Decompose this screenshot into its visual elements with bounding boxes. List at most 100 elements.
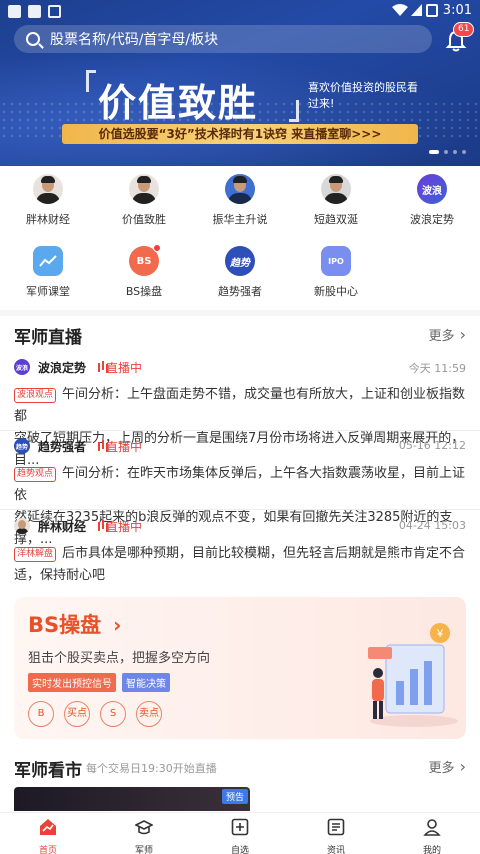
grid-item-duanqu[interactable]: 短趋双涎 <box>288 174 384 227</box>
grid-item-label: 趋势强者 <box>218 285 262 298</box>
sell-circle: S <box>100 701 126 727</box>
signal-icon <box>411 4 422 16</box>
section-divider <box>0 310 480 316</box>
analyst-illustration-icon: ¥ <box>368 623 458 727</box>
live-item-name: 胖林财经 <box>38 520 87 534</box>
grid-item-ketang[interactable]: 军师课堂 <box>0 246 96 299</box>
buy-point-circle: 买点 <box>64 701 90 727</box>
avatar <box>14 518 30 534</box>
app-screen: { "status": {"time": "3:01"}, "search": … <box>0 0 480 854</box>
avatar <box>129 174 159 204</box>
video-thumbnail[interactable]: 预告 <box>14 787 250 811</box>
live-text: 午间分析：上午盘面走势不错，成交量也有所放大，上证和创业板指数都 <box>14 387 466 424</box>
avatar: 趋势 <box>14 438 30 454</box>
search-icon <box>26 32 40 46</box>
banner-subtitle: 喜欢价值投资的股民看过来! <box>308 81 418 110</box>
tab-watchlist[interactable]: 自选 <box>192 813 288 854</box>
banner-cta[interactable]: 价值选股要“3好”技术择时有1诀窍 来直播室聊>>> <box>62 124 418 144</box>
row-divider <box>0 509 480 510</box>
bottom-tab-bar: 首页 军师 自选 资讯 我的 <box>0 812 480 854</box>
live-time: 05-16 12:12 <box>398 439 466 452</box>
live-item-name: 趋势强者 <box>38 440 87 454</box>
live-tag: 洋林解盘 <box>14 547 57 562</box>
live-status: 直播中 <box>98 438 142 455</box>
view-more-link[interactable]: 更多 <box>429 757 467 776</box>
live-tag: 趋势观点 <box>14 467 57 482</box>
top-banner[interactable]: 3:01 股票名称/代码/首字母/板块 61 价值致胜 喜欢价值投资的股民看过来… <box>0 0 480 166</box>
add-square-icon <box>231 818 249 836</box>
tab-home[interactable]: 首页 <box>0 813 96 854</box>
banner-pager <box>429 150 466 154</box>
live-text: 后市具体是哪种预期，目前比较模糊，但先轻言后期就是熊市肯定不合 <box>62 546 466 561</box>
buy-circle: B <box>28 701 54 727</box>
grid-item-label: 振华主升说 <box>212 213 268 226</box>
tab-mine[interactable]: 我的 <box>384 813 480 854</box>
live-tag: 波浪观点 <box>14 388 57 403</box>
grid-item-bs[interactable]: BS BS操盘 <box>96 244 192 299</box>
view-section-subtitle: 每个交易日19:30开始直播 <box>86 762 217 775</box>
grid-item-label: 新股中心 <box>314 285 358 298</box>
tab-label: 自选 <box>230 846 249 854</box>
grid-item-label: 价值致胜 <box>122 213 166 226</box>
feature-chip: 实时发出预控信号 <box>28 673 116 692</box>
wifi-icon <box>392 4 408 16</box>
search-bar[interactable]: 股票名称/代码/首字母/板块 <box>14 25 432 53</box>
search-placeholder: 股票名称/代码/首字母/板块 <box>50 32 219 48</box>
notification-icon <box>8 5 21 18</box>
banner-title: 价值致胜 <box>98 81 259 125</box>
status-bar: 3:01 <box>0 0 480 22</box>
news-icon <box>327 818 345 836</box>
grid-item-label: 波浪定势 <box>410 213 454 226</box>
grid-item-jiazhi[interactable]: 价值致胜 <box>96 174 192 227</box>
tab-label: 资讯 <box>326 846 345 854</box>
sell-point-circle: 卖点 <box>136 701 162 727</box>
wave-logo-icon: 波浪 <box>417 174 447 204</box>
chart-icon <box>33 246 63 276</box>
user-icon <box>423 819 441 836</box>
home-icon <box>40 819 56 835</box>
avatar <box>321 174 351 204</box>
preview-badge: 预告 <box>221 789 248 804</box>
live-more-link[interactable]: 更多 <box>429 325 467 344</box>
grid-item-label: 军师课堂 <box>26 285 70 298</box>
tab-label: 军师 <box>134 846 153 854</box>
live-item[interactable]: 胖林财经 直播中 04-24 15:03 洋林解盘 后市具体是哪种预期，目前比较模… <box>14 517 466 587</box>
live-text: 午间分析：在昨天市场集体反弹后，上午各大指数震荡收星，目前上证依 <box>14 466 466 503</box>
bs-trading-card[interactable]: BS操盘 狙击个股买卖点，把握多空方向 实时发出预控信号 智能决策 B 买点 S… <box>14 597 466 739</box>
grid-item-label: 胖林财经 <box>26 213 70 226</box>
battery-icon <box>426 4 438 17</box>
live-text: 适，保持耐心吧 <box>14 568 106 583</box>
notifications-button[interactable]: 61 <box>445 22 475 52</box>
view-section-title: 军师看市 <box>14 761 82 781</box>
graduation-cap-icon <box>134 820 154 835</box>
live-item-name: 波浪定势 <box>38 361 87 375</box>
tab-advisor[interactable]: 军师 <box>96 813 192 854</box>
grid-item-panglin[interactable]: 胖林财经 <box>0 174 96 227</box>
grid-item-ipo[interactable]: IPO 新股中心 <box>288 246 384 299</box>
feature-chip: 智能决策 <box>122 673 170 692</box>
live-section-title: 军师直播 <box>14 328 82 348</box>
tab-label: 我的 <box>422 846 441 854</box>
grid-item-label: BS操盘 <box>125 285 163 298</box>
avatar <box>225 174 255 204</box>
trend-logo-icon: 趋势 <box>225 246 255 276</box>
bs-card-title: BS操盘 <box>28 609 121 639</box>
avatar: 波浪 <box>14 359 30 375</box>
bs-icon: BS <box>129 244 161 276</box>
row-divider <box>0 430 480 431</box>
bs-card-subtitle: 狙击个股买卖点，把握多空方向 <box>28 651 211 666</box>
clock: 3:01 <box>442 3 472 18</box>
grid-item-label: 短趋双涎 <box>314 213 358 226</box>
notification-icon <box>28 5 41 18</box>
grid-item-qushi[interactable]: 趋势 趋势强者 <box>192 246 288 299</box>
tab-label: 首页 <box>38 846 57 854</box>
svg-text:¥: ¥ <box>436 628 444 640</box>
grid-item-bolang[interactable]: 波浪 波浪定势 <box>384 174 480 227</box>
notification-badge: 61 <box>453 22 475 37</box>
grid-item-zhenhua[interactable]: 振华主升说 <box>192 174 288 227</box>
ipo-icon: IPO <box>321 246 351 276</box>
avatar <box>33 174 63 204</box>
tab-news[interactable]: 资讯 <box>288 813 384 854</box>
live-status: 直播中 <box>98 359 142 376</box>
live-time: 04-24 15:03 <box>398 519 466 532</box>
